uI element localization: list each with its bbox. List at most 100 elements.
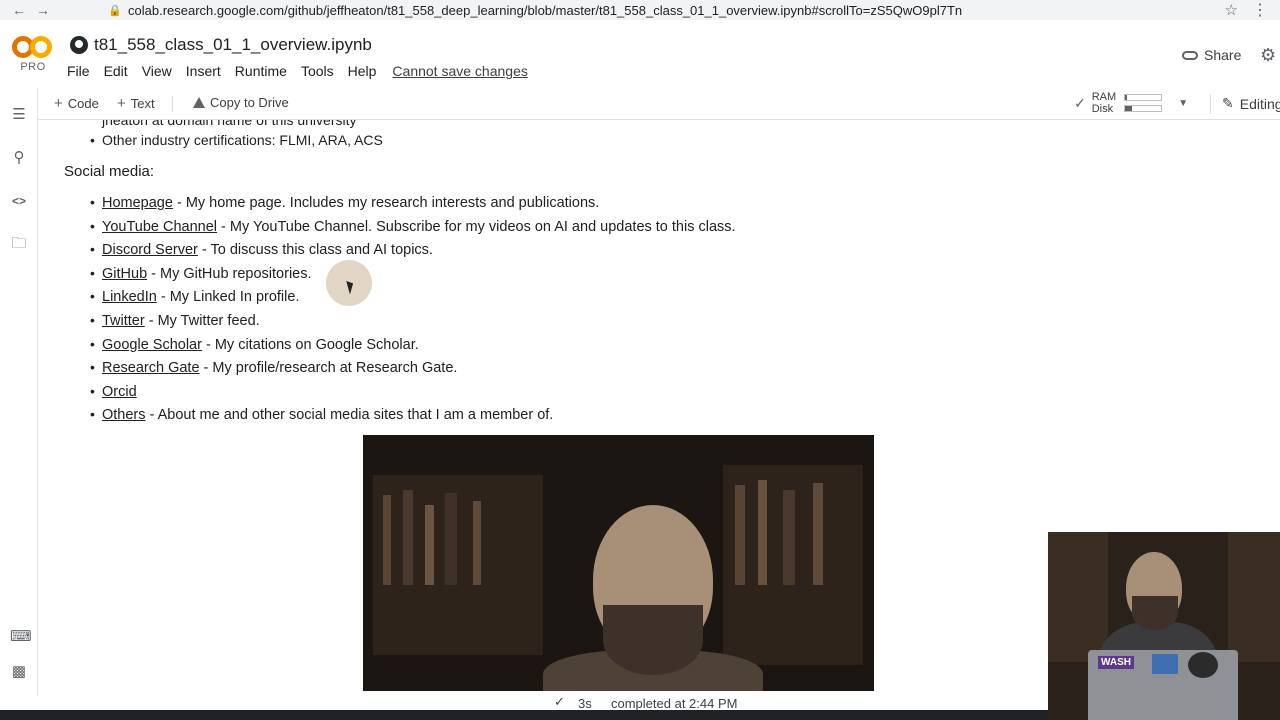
social-heading: Social media: <box>64 163 155 180</box>
copy-to-drive-label: Copy to Drive <box>210 95 289 110</box>
pencil-icon: ✎ <box>1222 95 1234 111</box>
ram-bar-fill <box>1125 95 1127 100</box>
plus-icon: + <box>54 95 63 112</box>
link-google-scholar[interactable]: Google Scholar <box>102 337 202 353</box>
link-description: - About me and other social media sites … <box>145 407 554 424</box>
editing-mode-button[interactable]: ✎ Editing <box>1222 95 1280 112</box>
left-sidebar: ☰ ⚲ <> 🗀 ⌨ ▩ <box>0 88 38 696</box>
list-item: • Others - About me and other social medi… <box>90 406 554 424</box>
browser-address-bar: ← → 🔒 colab.research.google.com/github/j… <box>0 0 1280 20</box>
link-homepage[interactable]: Homepage <box>102 195 173 211</box>
plus-icon: + <box>117 95 126 112</box>
webcam-overlay: WASH <box>1048 532 1280 720</box>
link-github[interactable]: GitHub <box>102 266 147 282</box>
back-arrow-icon[interactable]: ← <box>12 2 26 18</box>
python-sticker-icon <box>1152 654 1178 674</box>
colab-header: PRO t81_558_class_01_1_overview.ipynb Fi… <box>0 20 1280 88</box>
notebook-toolbar: + Code + Text Copy to Drive ✓ RAM Disk ▼… <box>38 88 1280 120</box>
disk-bar-fill <box>1125 106 1133 111</box>
certifications-item: • Other industry certifications: FLMI, AR… <box>90 132 383 148</box>
laptop-sticker: WASH <box>1098 656 1134 669</box>
link-description: - My Linked In profile. <box>156 289 300 306</box>
completion-time: completed at 2:44 PM <box>611 696 738 711</box>
menu-tools[interactable]: Tools <box>301 63 334 79</box>
command-palette-icon[interactable]: ⌨ <box>10 628 32 646</box>
table-of-contents-icon[interactable]: ☰ <box>10 106 28 124</box>
menu-runtime[interactable]: Runtime <box>235 63 287 79</box>
browser-menu-icon[interactable]: ⋮ <box>1252 0 1268 20</box>
connected-check-icon: ✓ <box>1074 94 1086 111</box>
cannot-save-link[interactable]: Cannot save changes <box>392 63 527 79</box>
link-linkedin[interactable]: LinkedIn <box>102 289 157 305</box>
terminal-icon[interactable]: ▩ <box>10 663 28 681</box>
folder-icon[interactable]: 🗀 <box>10 235 28 253</box>
link-discord[interactable]: Discord Server <box>102 242 198 258</box>
colab-logo[interactable]: PRO <box>12 36 54 86</box>
certifications-text: Other industry certifications: FLMI, ARA… <box>102 132 383 148</box>
list-item: • LinkedIn - My Linked In profile. <box>90 288 300 306</box>
laptop-sticker-icon <box>1188 652 1218 678</box>
code-snippets-icon[interactable]: <> <box>10 192 28 210</box>
partial-line-text: jheaton at domain name of this universit… <box>102 120 357 128</box>
link-description: - My Twitter feed. <box>144 312 260 329</box>
toolbar-divider <box>1210 94 1211 114</box>
bookmark-star-icon[interactable]: ☆ <box>1225 1 1238 19</box>
link-icon <box>1182 50 1198 60</box>
list-item: • Discord Server - To discuss this class … <box>90 241 433 259</box>
link-description: - My GitHub repositories. <box>147 265 312 282</box>
gear-icon[interactable]: ⚙ <box>1260 45 1276 66</box>
list-item: • Orcid <box>90 382 137 400</box>
add-text-button[interactable]: + Text <box>117 95 155 112</box>
disk-bar <box>1124 105 1163 112</box>
link-description: - To discuss this class and AI topics. <box>197 242 433 259</box>
browser-nav: ← → <box>0 2 50 18</box>
copy-to-drive-button[interactable]: Copy to Drive <box>193 95 289 110</box>
menu-bar: File Edit View Insert Runtime Tools Help… <box>67 63 542 79</box>
social-links-list: • Homepage - My home page. Includes my re… <box>90 192 736 428</box>
list-item: • Research Gate - My profile/research at … <box>90 359 458 377</box>
link-description: - My profile/research at Research Gate. <box>199 360 458 377</box>
ram-bar <box>1124 94 1163 101</box>
pro-badge: PRO <box>20 61 46 73</box>
menu-edit[interactable]: Edit <box>104 63 128 79</box>
add-text-label: Text <box>130 96 155 111</box>
list-item: • Twitter - My Twitter feed. <box>90 311 260 329</box>
link-orcid[interactable]: Orcid <box>102 384 137 400</box>
forward-arrow-icon[interactable]: → <box>36 2 50 18</box>
link-description: - My home page. Includes my research int… <box>172 195 600 211</box>
menu-file[interactable]: File <box>67 63 90 79</box>
person-beard <box>603 605 703 675</box>
toolbar-divider <box>172 96 173 112</box>
colab-logo-icon <box>12 36 54 58</box>
list-item: • Google Scholar - My citations on Google… <box>90 335 419 353</box>
add-code-button[interactable]: + Code <box>54 95 99 112</box>
execution-duration: 3s <box>578 696 592 711</box>
partial-text-line: jheaton at domain name of this universit… <box>102 120 356 128</box>
link-research-gate[interactable]: Research Gate <box>102 360 200 376</box>
link-description: - My YouTube Channel. Subscribe for my v… <box>217 218 736 235</box>
add-code-label: Code <box>67 96 99 111</box>
menu-insert[interactable]: Insert <box>186 63 221 79</box>
status-check-icon: ✓ <box>554 694 565 709</box>
link-youtube[interactable]: YouTube Channel <box>102 219 217 235</box>
share-label: Share <box>1204 47 1242 63</box>
person-beard <box>1132 596 1178 630</box>
menu-view[interactable]: View <box>142 63 172 79</box>
search-icon[interactable]: ⚲ <box>10 149 28 167</box>
resource-monitor[interactable]: ✓ RAM Disk ▼ <box>1074 91 1188 115</box>
notebook-name[interactable]: t81_558_class_01_1_overview.ipynb <box>94 35 372 55</box>
drive-icon <box>193 97 205 108</box>
github-icon <box>70 36 88 54</box>
embedded-photo <box>363 435 874 691</box>
editing-label: Editing <box>1239 95 1280 112</box>
lock-icon: 🔒 <box>108 4 122 17</box>
url-field[interactable]: colab.research.google.com/github/jeffhea… <box>128 3 1208 18</box>
notebook-title[interactable]: t81_558_class_01_1_overview.ipynb <box>70 35 372 55</box>
chevron-down-icon[interactable]: ▼ <box>1178 98 1188 109</box>
link-twitter[interactable]: Twitter <box>102 313 145 329</box>
link-others[interactable]: Others <box>102 407 146 423</box>
ram-label: RAM <box>1091 91 1117 103</box>
share-button[interactable]: Share <box>1182 47 1241 63</box>
link-description: - My citations on Google Scholar. <box>201 336 419 353</box>
menu-help[interactable]: Help <box>348 63 377 79</box>
